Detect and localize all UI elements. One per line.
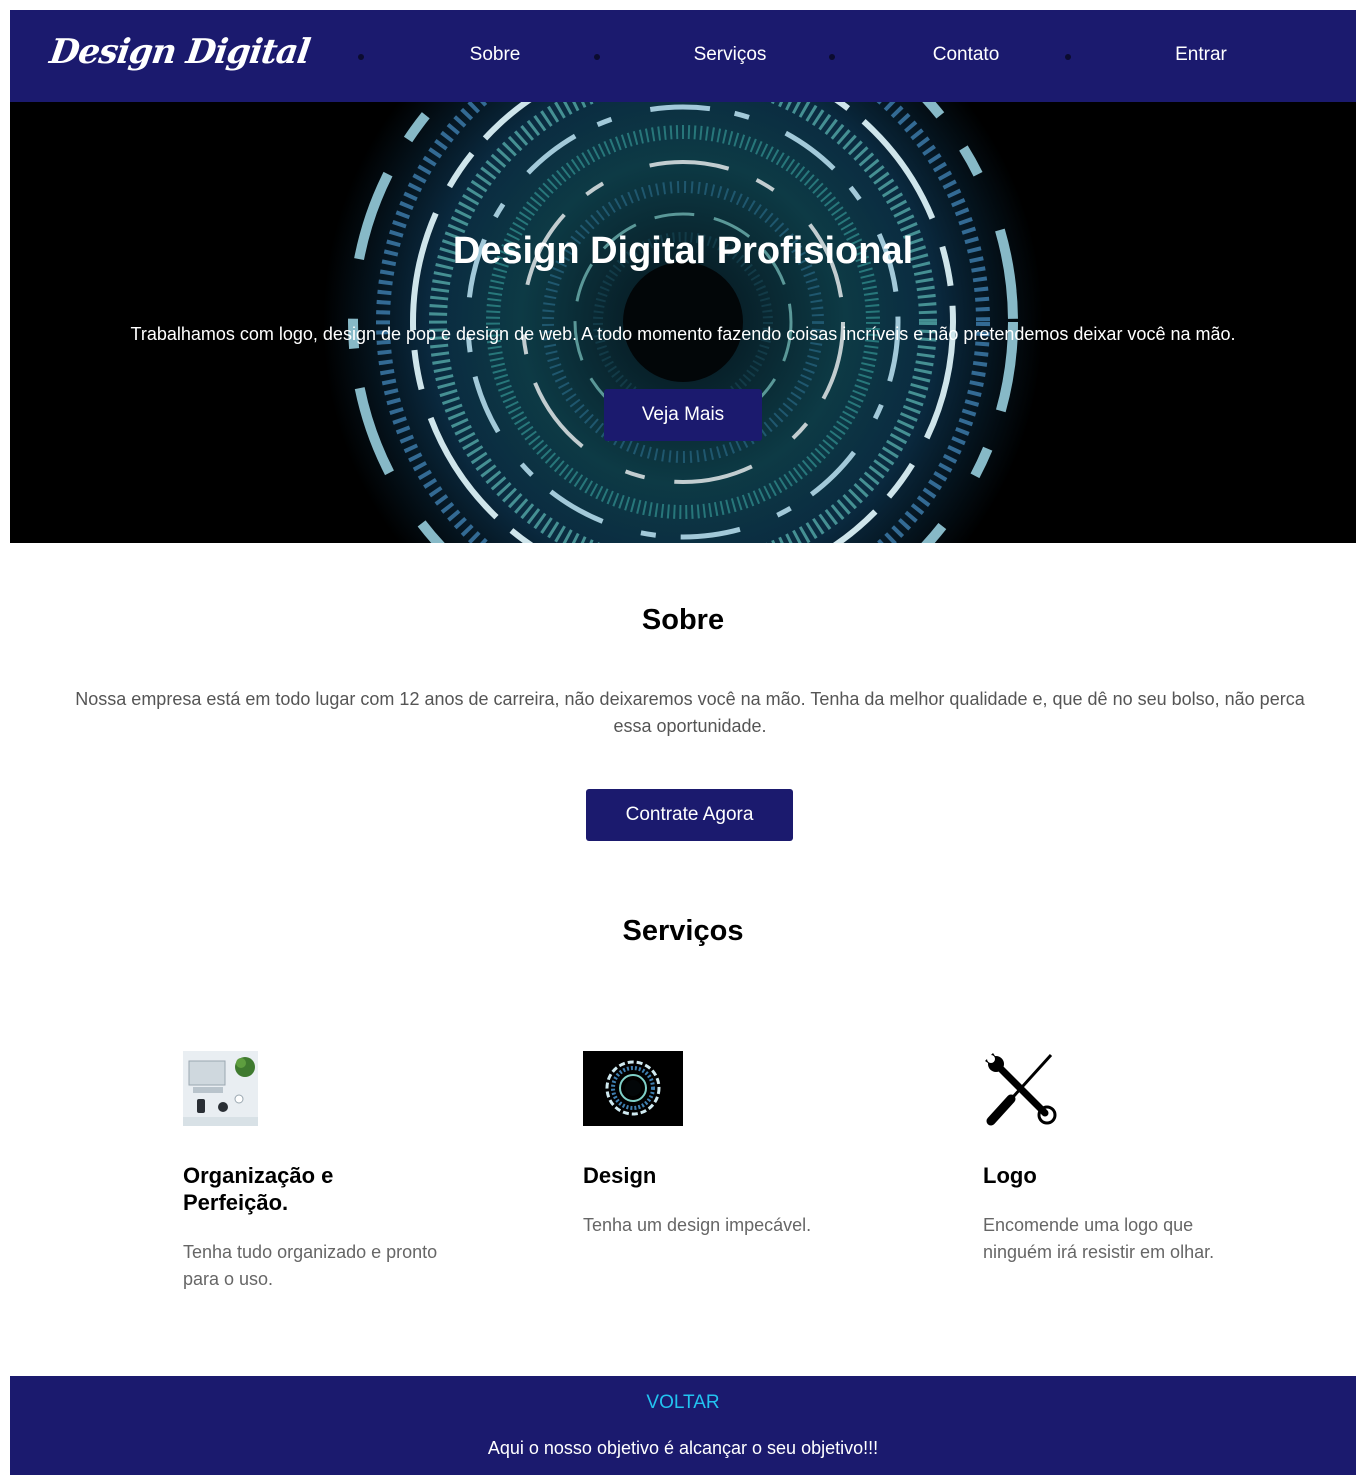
- contrate-agora-button[interactable]: Contrate Agora: [586, 789, 793, 841]
- nav-link-servicos[interactable]: Serviços: [640, 44, 820, 66]
- nav-bullet: [829, 54, 835, 60]
- footer: VOLTAR Aqui o nosso objetivo é alcançar …: [10, 1376, 1356, 1475]
- service-card-design: Design Tenha um design impecável.: [583, 1051, 843, 1239]
- service-title: Design: [583, 1163, 657, 1188]
- hero-text: Trabalhamos com logo, design de pop e de…: [130, 324, 1236, 344]
- service-card-organizacao: Organização e Perfeição. Tenha tudo orga…: [183, 1051, 443, 1293]
- voltar-link[interactable]: VOLTAR: [10, 1392, 1356, 1414]
- sobre-text: Nossa empresa está em todo lugar com 12 …: [75, 689, 1305, 736]
- hero-title: Design Digital Profisional: [452, 230, 914, 272]
- service-text: Tenha um design impecável.: [583, 1215, 812, 1235]
- sobre-title: Sobre: [641, 604, 725, 636]
- servicos-title: Serviços: [622, 915, 744, 947]
- workspace-photo-icon: [183, 1051, 258, 1126]
- nav-link-contato[interactable]: Contato: [876, 44, 1056, 66]
- footer-text: Aqui o nosso objetivo é alcançar o seu o…: [487, 1438, 879, 1458]
- top-navbar: Design Digital Sobre Serviços Contato En…: [10, 10, 1356, 102]
- nav-bullet: [594, 54, 600, 60]
- service-text: Tenha tudo organizado e pronto para o us…: [183, 1242, 438, 1289]
- nav-link-entrar[interactable]: Entrar: [1111, 44, 1291, 66]
- service-text: Encomende uma logo que ninguém irá resis…: [983, 1215, 1215, 1262]
- service-card-logo: Logo Encomende uma logo que ninguém irá …: [983, 1051, 1243, 1266]
- veja-mais-button[interactable]: Veja Mais: [604, 389, 762, 441]
- hero-background-image: [323, 102, 1043, 543]
- nav-bullet: [1065, 54, 1071, 60]
- nav-link-sobre[interactable]: Sobre: [405, 44, 585, 66]
- digital-circle-photo-icon: [583, 1051, 683, 1126]
- nav-bullet: [358, 54, 364, 60]
- service-title: Logo: [983, 1163, 1037, 1188]
- site-logo[interactable]: Design Digital: [47, 32, 312, 72]
- hero-banner: Design Digital Profisional Trabalhamos c…: [10, 102, 1356, 543]
- wrench-screwdriver-icon: [985, 1053, 1057, 1126]
- service-title: Organização e Perfeição.: [183, 1163, 334, 1215]
